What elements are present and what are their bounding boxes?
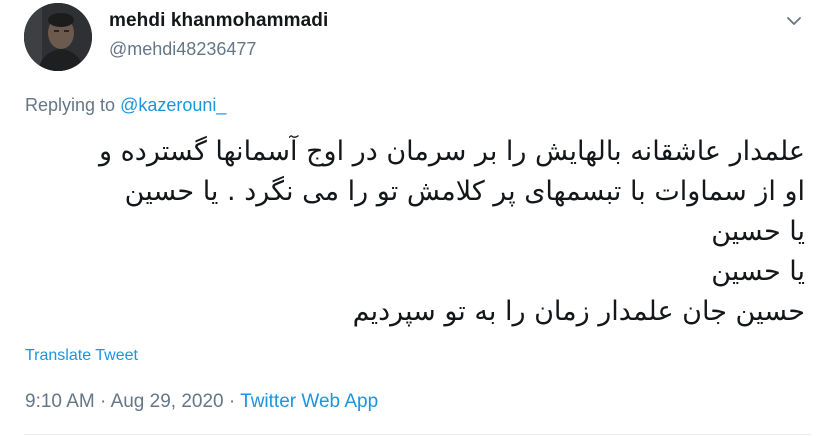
avatar[interactable] <box>24 3 92 71</box>
tweet-text: علمدار عاشقانه بالهایش را بر سرمان در او… <box>15 132 805 332</box>
more-options-button[interactable] <box>783 10 805 32</box>
tweet-text-line: حسین جان علمدار زمان را به تو سپردیم <box>352 296 805 327</box>
tweet-text-line: یا حسین <box>711 256 805 287</box>
replying-to-label: Replying to <box>25 95 116 115</box>
meta-separator: · <box>100 391 107 412</box>
author-handle[interactable]: @mehdi48236477 <box>109 39 256 60</box>
tweet-card: mehdi khanmohammadi @mehdi48236477 Reply… <box>0 0 825 436</box>
tweet-metadata: 9:10 AM · Aug 29, 2020 · Twitter Web App <box>25 391 378 413</box>
tweet-text-line: او از سماوات با تبسمهای پر کلامش تو را م… <box>124 176 805 207</box>
author-display-name[interactable]: mehdi khanmohammadi <box>109 10 328 32</box>
reply-mention-link[interactable]: @kazerouni_ <box>120 95 226 115</box>
avatar-image <box>24 3 92 71</box>
tweet-source-link[interactable]: Twitter Web App <box>240 391 378 412</box>
translate-tweet-link[interactable]: Translate Tweet <box>25 347 138 365</box>
tweet-text-line: علمدار عاشقانه بالهایش را بر سرمان در او… <box>99 136 805 167</box>
replying-to: Replying to @kazerouni_ <box>25 95 226 116</box>
divider <box>24 434 811 435</box>
tweet-time[interactable]: 9:10 AM <box>25 391 95 412</box>
meta-separator: · <box>228 391 236 412</box>
tweet-text-line: یا حسین <box>711 216 805 247</box>
chevron-down-icon <box>787 16 801 25</box>
tweet-date[interactable]: Aug 29, 2020 <box>111 391 224 412</box>
